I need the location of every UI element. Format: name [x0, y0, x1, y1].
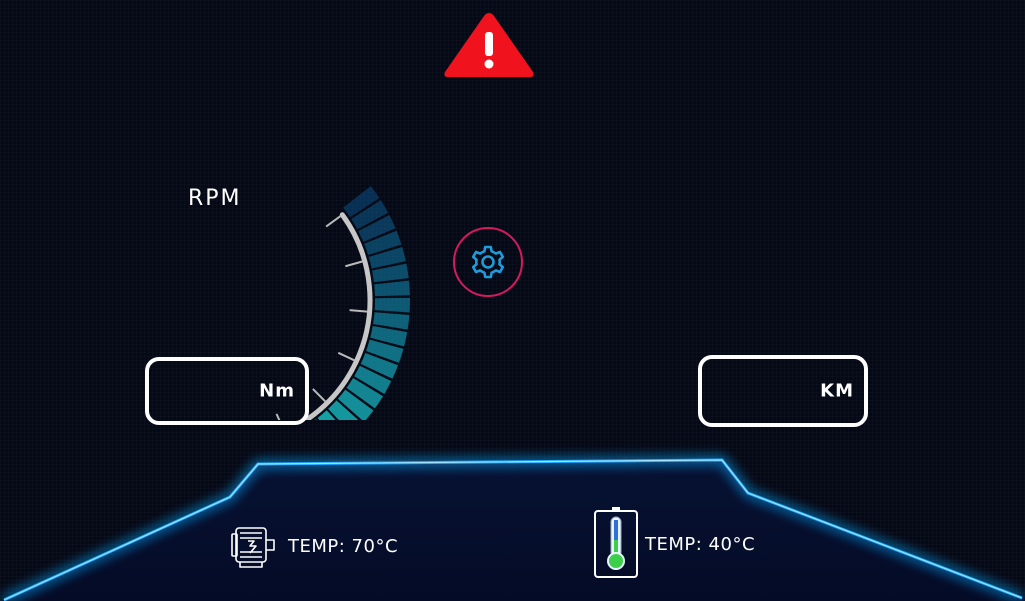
motor-icon	[231, 527, 275, 568]
status-panel	[0, 458, 1025, 601]
thermometer-icon	[594, 507, 638, 578]
dashboard-screen: RPM Nm KM TEMP: 70°C TEMP: 40°C	[0, 0, 1025, 601]
battery-temp-label: TEMP: 40°C	[645, 534, 756, 555]
motor-temp-label: TEMP: 70°C	[288, 536, 399, 557]
